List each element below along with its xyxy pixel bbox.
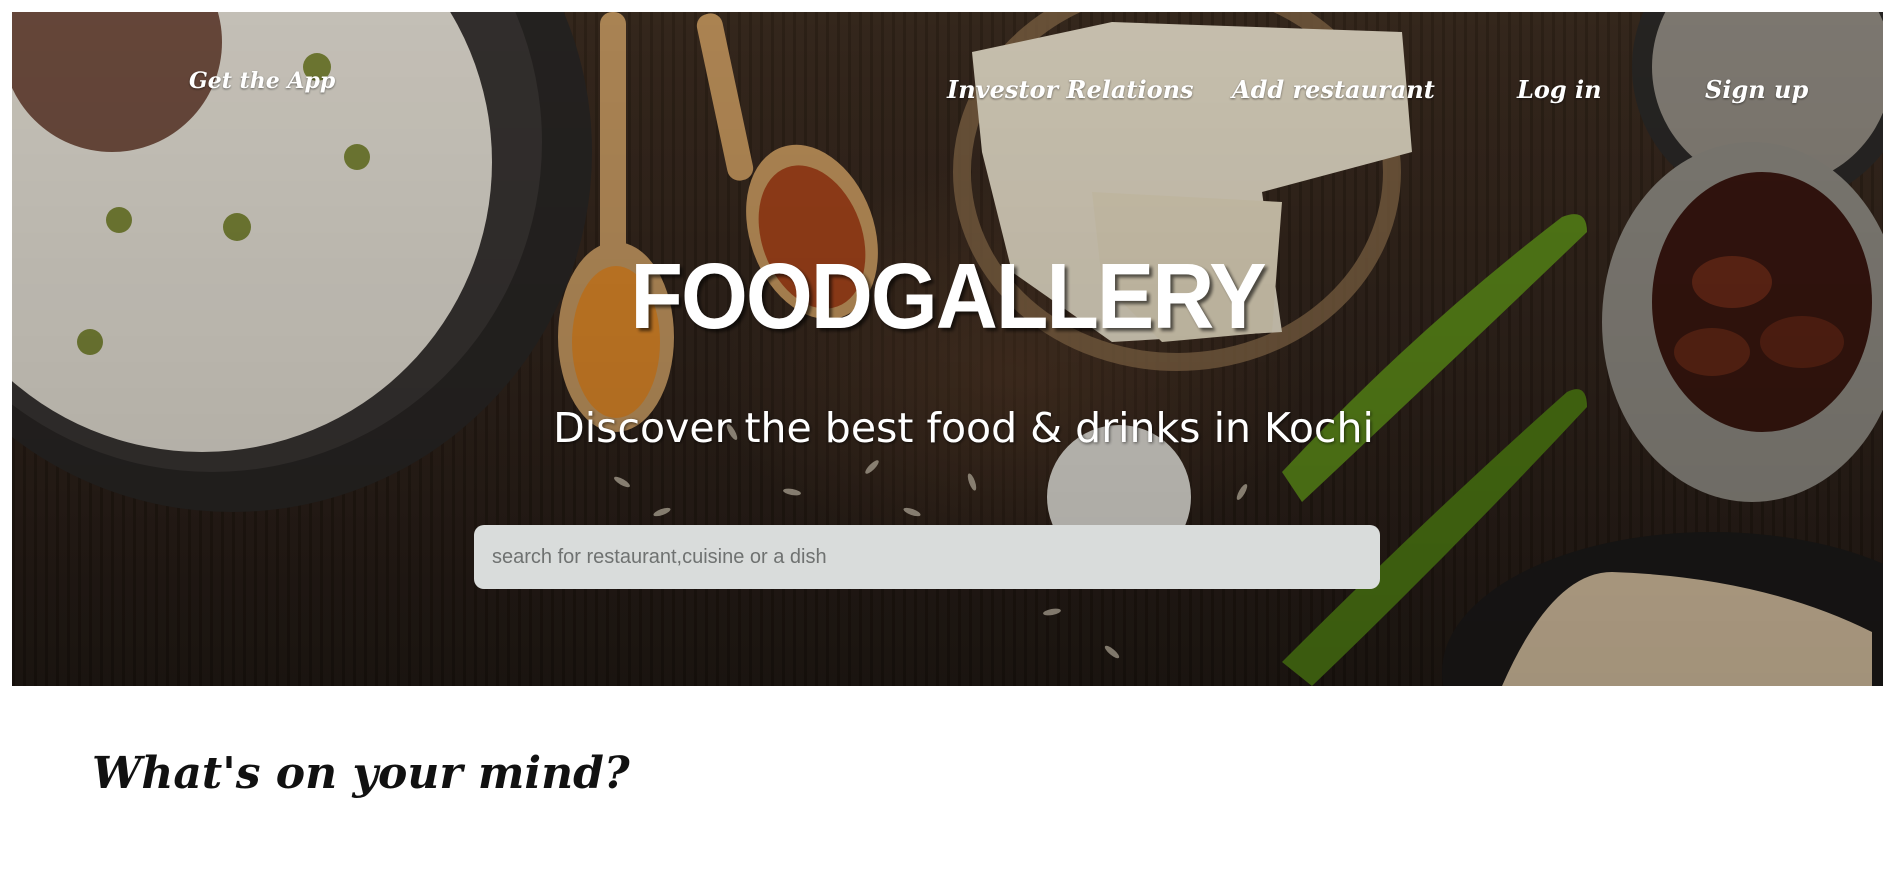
add-restaurant-link[interactable]: Add restaurant: [1232, 75, 1435, 104]
section-title-whats-on-your-mind: What's on your mind?: [92, 748, 630, 799]
investor-relations-link[interactable]: Investor Relations: [947, 75, 1194, 104]
hero-banner: Get the App Investor Relations Add resta…: [12, 12, 1883, 686]
hero-tagline: Discover the best food & drinks in Kochi: [553, 404, 1374, 452]
signup-link[interactable]: Sign up: [1705, 75, 1808, 104]
brand-logo-text: FOODGALLERY: [630, 244, 1266, 349]
search-input[interactable]: [474, 525, 1380, 589]
login-link[interactable]: Log in: [1517, 75, 1602, 104]
get-app-link[interactable]: Get the App: [189, 68, 335, 94]
